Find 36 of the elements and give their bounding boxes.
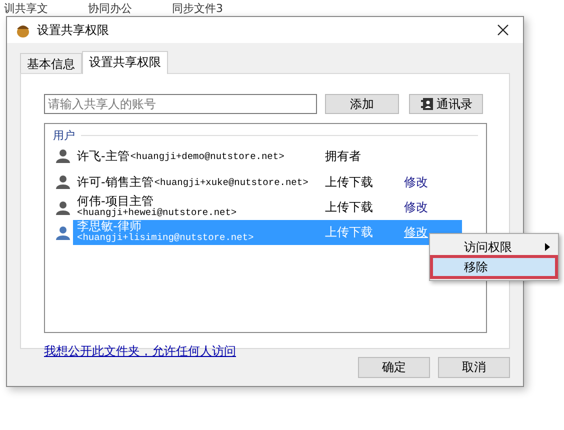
user-email: <huangji+demo@nutstore.net>: [130, 150, 284, 162]
user-name: 许可-销售主管: [77, 174, 154, 190]
public-folder-link[interactable]: 我想公开此文件夹，允许任何人访问: [44, 343, 236, 360]
account-input-field[interactable]: 请输入共享人的账号: [44, 94, 317, 114]
user-name: 许飞-主管: [77, 148, 130, 164]
user-icon: [55, 148, 71, 164]
permission-label: 拥有者: [325, 148, 361, 164]
user-name: 李思敏-律师: [77, 220, 142, 232]
user-icon: [55, 224, 71, 240]
window-title: 设置共享权限: [37, 22, 110, 38]
user-icon: [55, 200, 71, 216]
permission-label: 上传下载: [325, 174, 373, 190]
menu-item[interactable]: 移除: [432, 257, 556, 277]
tab[interactable]: 基本信息: [20, 53, 82, 73]
user-row[interactable]: 许可-销售主管<huangji+xuke@nutstore.net> 上传下载 修改: [73, 170, 462, 194]
user-email: <huangji+lisiming@nutstore.net>: [77, 232, 255, 244]
modify-link[interactable]: 修改: [404, 174, 428, 190]
user-email: <huangji+xuke@nutstore.net>: [154, 176, 308, 188]
modify-link[interactable]: 修改: [404, 199, 428, 216]
background-tab-label: 训共享文: [4, 0, 48, 16]
dialog-button[interactable]: 取消: [438, 357, 510, 378]
user-row[interactable]: 何伟-项目主管 <huangji+hewei@nutstore.net> 上传下载 修改: [73, 195, 462, 220]
dialog-button[interactable]: 确定: [358, 357, 430, 378]
contacts-button[interactable]: 通讯录: [409, 94, 483, 114]
group-header: 用户: [53, 128, 75, 143]
permission-label: 上传下载: [325, 224, 373, 241]
permission-label: 上传下载: [325, 199, 373, 216]
background-tab-label: 协同办公: [88, 0, 132, 16]
user-email: <huangji+hewei@nutstore.net>: [77, 207, 238, 219]
user-icon: [55, 174, 71, 190]
user-name: 何伟-项目主管: [77, 195, 154, 207]
background-tab-label: 同步文件3: [172, 0, 223, 16]
tab[interactable]: 设置共享权限: [82, 51, 168, 74]
user-row[interactable]: 许飞-主管<huangji+demo@nutstore.net> 拥有者: [73, 144, 462, 168]
add-button[interactable]: 添加: [325, 94, 399, 114]
address-book-icon: [420, 97, 434, 111]
